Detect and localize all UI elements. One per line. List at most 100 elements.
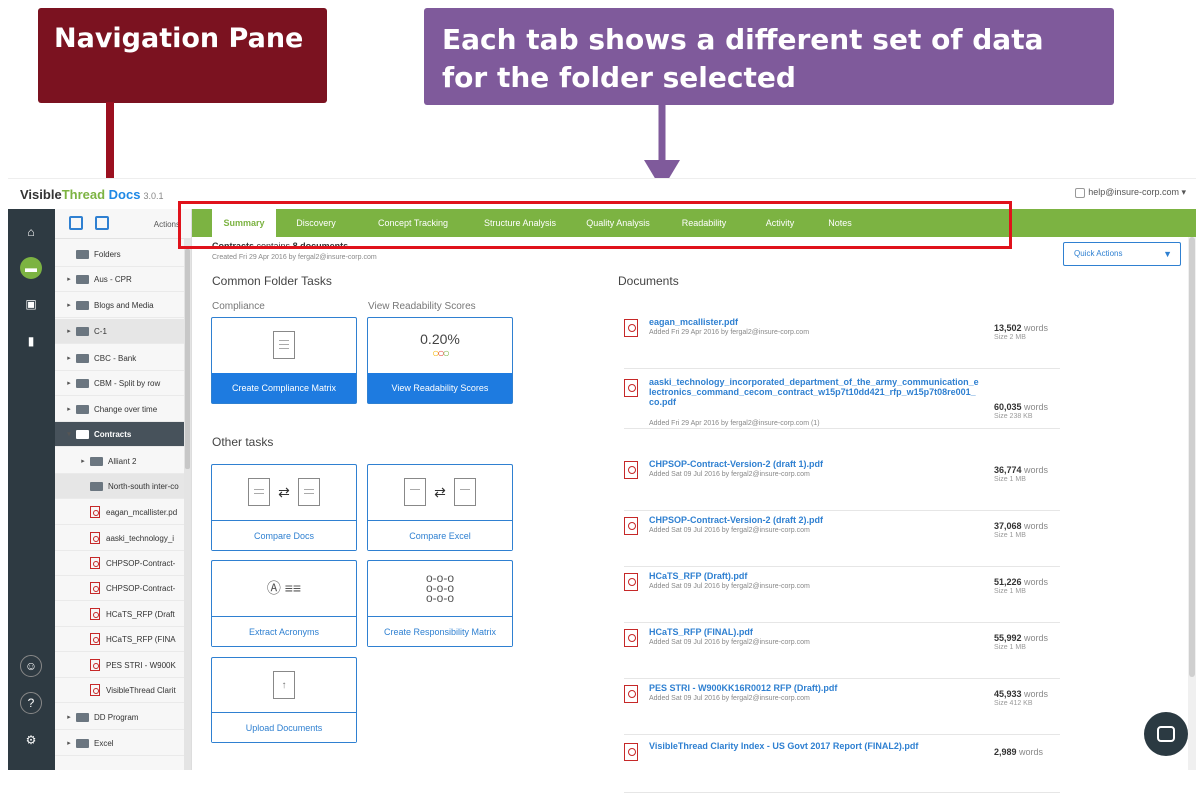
folder-icon bbox=[76, 712, 89, 722]
home-icon[interactable]: ⌂ bbox=[20, 221, 42, 243]
document-link[interactable]: HCaTS_RFP (Draft).pdf bbox=[649, 571, 979, 581]
tree-item-label: Excel bbox=[94, 738, 114, 748]
tree-item-label: C-1 bbox=[94, 326, 107, 336]
readability-card: 0.20% ○○○ View Readability Scores bbox=[367, 317, 513, 404]
tree-folder[interactable]: ▾ Contracts bbox=[55, 422, 185, 447]
document-meta: Added Sat 09 Jul 2016 by fergal2@insure-… bbox=[649, 639, 810, 646]
tree-item-label: North-south inter-co bbox=[108, 481, 179, 491]
summary-panel: Contracts contains 8 documents Created F… bbox=[192, 237, 1196, 793]
upload-icon[interactable] bbox=[95, 216, 109, 230]
tree-item-label: Aus - CPR bbox=[94, 274, 132, 284]
document-link[interactable]: PES STRI - W900KK16R0012 RFP (Draft).pdf bbox=[649, 683, 979, 693]
compliance-label: Compliance bbox=[212, 301, 265, 312]
expand-caret-icon[interactable]: ▸ bbox=[65, 405, 73, 413]
users-icon[interactable]: ☺ bbox=[20, 655, 42, 677]
tree-file[interactable]: VisibleThread Clarit bbox=[55, 678, 185, 703]
chat-button[interactable] bbox=[1144, 712, 1188, 756]
pdf-icon bbox=[624, 629, 638, 647]
tree-file[interactable]: CHPSOP-Contract- bbox=[55, 551, 185, 576]
quick-actions-dropdown[interactable]: Quick Actions ▼ bbox=[1063, 242, 1181, 266]
document-word-count: 60,035 words bbox=[994, 402, 1049, 412]
create-responsibility-button[interactable]: Create Responsibility Matrix bbox=[368, 616, 512, 646]
tree-file[interactable]: HCaTS_RFP (FINA bbox=[55, 627, 185, 652]
view-readability-button[interactable]: View Readability Scores bbox=[368, 373, 512, 403]
extract-acronyms-button[interactable]: Extract Acronyms bbox=[212, 616, 356, 646]
user-icon bbox=[1075, 187, 1086, 198]
tabs-highlight-box bbox=[178, 201, 1012, 249]
folder-icon bbox=[90, 481, 103, 491]
settings-icon[interactable]: ⚙ bbox=[20, 729, 42, 751]
tree-folder[interactable]: Folders bbox=[55, 242, 185, 267]
save-icon[interactable]: ▣ bbox=[20, 293, 42, 315]
compare-excel-button[interactable]: Compare Excel bbox=[368, 520, 512, 550]
tree-folder[interactable]: ▸ CBM - Split by row bbox=[55, 371, 185, 396]
matrix-doc-icon bbox=[273, 331, 295, 359]
tree-file[interactable]: CHPSOP-Contract- bbox=[55, 576, 185, 601]
document-link[interactable]: aaski_technology_incorporated_department… bbox=[649, 377, 979, 407]
create-compliance-button[interactable]: Create Compliance Matrix bbox=[212, 373, 356, 403]
tree-folder[interactable]: ▸ Blogs and Media bbox=[55, 293, 185, 318]
expand-caret-icon[interactable]: ▸ bbox=[65, 301, 73, 309]
expand-caret-icon[interactable]: ▸ bbox=[65, 379, 73, 387]
new-folder-icon[interactable] bbox=[69, 216, 83, 230]
document-link[interactable]: CHPSOP-Contract-Version-2 (draft 1).pdf bbox=[649, 459, 979, 469]
folder-created: Created Fri 29 Apr 2016 by fergal2@insur… bbox=[212, 254, 377, 261]
expand-caret-icon[interactable]: ▸ bbox=[65, 354, 73, 362]
tree-item-label: Folders bbox=[94, 249, 121, 259]
tree-folder[interactable]: ▸ Alliant 2 bbox=[55, 449, 185, 474]
help-icon[interactable]: ? bbox=[20, 692, 42, 714]
user-menu[interactable]: help@insure-corp.com ▾ bbox=[1075, 187, 1186, 198]
expand-caret-icon[interactable]: ▸ bbox=[65, 713, 73, 721]
expand-caret-icon[interactable]: ▸ bbox=[65, 327, 73, 335]
document-row: PES STRI - W900KK16R0012 RFP (Draft).pdf… bbox=[624, 679, 1060, 735]
folder-icon[interactable]: ▬ bbox=[20, 257, 42, 279]
document-meta: Added Fri 29 Apr 2016 by fergal2@insure-… bbox=[649, 420, 820, 427]
folder-icon bbox=[90, 456, 103, 466]
tree-item-label: VisibleThread Clarit bbox=[106, 685, 176, 695]
tree-folder[interactable]: ▸ C-1 bbox=[55, 319, 185, 344]
upload-documents-button[interactable]: Upload Documents bbox=[212, 712, 356, 742]
folder-icon bbox=[76, 249, 89, 259]
tabs-callout: Each tab shows a different set of data f… bbox=[424, 8, 1114, 105]
tree-item-label: HCaTS_RFP (FINA bbox=[106, 634, 176, 644]
expand-caret-icon[interactable]: ▸ bbox=[65, 739, 73, 747]
tree-file[interactable]: PES STRI - W900K bbox=[55, 653, 185, 678]
tree-folder[interactable]: ▸ Excel bbox=[55, 731, 185, 756]
tree-folder[interactable]: North-south inter-co bbox=[55, 474, 185, 499]
compare-docs-button[interactable]: Compare Docs bbox=[212, 520, 356, 550]
brand-logo: VisibleThread Docs 3.0.1 bbox=[20, 187, 164, 202]
folder-icon bbox=[76, 274, 89, 284]
analytics-icon[interactable]: ▮ bbox=[20, 330, 42, 352]
tree-file[interactable]: eagan_mcallister.pd bbox=[55, 500, 185, 525]
main-scrollbar[interactable] bbox=[1188, 237, 1196, 770]
excel-doc-icon bbox=[453, 478, 476, 506]
app-window: VisibleThread Docs 3.0.1 help@insure-corp… bbox=[8, 178, 1196, 793]
tree-item-label: HCaTS_RFP (Draft bbox=[106, 609, 175, 619]
tree-file[interactable]: HCaTS_RFP (Draft bbox=[55, 602, 185, 627]
tree-folder[interactable]: ▸ CBC - Bank bbox=[55, 346, 185, 371]
actions-menu[interactable]: Actions bbox=[154, 220, 180, 229]
pdf-icon bbox=[624, 743, 638, 761]
document-link[interactable]: CHPSOP-Contract-Version-2 (draft 2).pdf bbox=[649, 515, 979, 525]
expand-caret-icon[interactable]: ▾ bbox=[65, 430, 73, 438]
pane-scrollbar[interactable] bbox=[184, 239, 191, 770]
document-link[interactable]: eagan_mcallister.pdf bbox=[649, 317, 979, 327]
tree-folder[interactable]: ▸ Aus - CPR bbox=[55, 267, 185, 292]
folder-icon bbox=[76, 353, 89, 363]
score-circles-icon: ○○○ bbox=[432, 346, 450, 360]
excel-doc-icon bbox=[404, 478, 427, 506]
tree-folder[interactable]: ▸ Change over time bbox=[55, 397, 185, 422]
document-link[interactable]: VisibleThread Clarity Index - US Govt 20… bbox=[649, 741, 979, 751]
tree-item-label: CHPSOP-Contract- bbox=[106, 583, 176, 593]
swap-arrows-icon: ⇄ bbox=[434, 483, 446, 500]
navigation-pane-callout: Navigation Pane bbox=[38, 8, 327, 103]
tree-file[interactable]: aaski_technology_i bbox=[55, 526, 185, 551]
tree-item-label: CBC - Bank bbox=[94, 353, 137, 363]
document-link[interactable]: HCaTS_RFP (FINAL).pdf bbox=[649, 627, 979, 637]
expand-caret-icon[interactable]: ▸ bbox=[65, 275, 73, 283]
pdf-icon bbox=[90, 506, 100, 518]
doc-icon bbox=[297, 478, 320, 506]
expand-caret-icon[interactable]: ▸ bbox=[79, 457, 87, 465]
document-word-count: 55,992 words bbox=[994, 633, 1049, 643]
tree-folder[interactable]: ▸ DD Program bbox=[55, 705, 185, 730]
